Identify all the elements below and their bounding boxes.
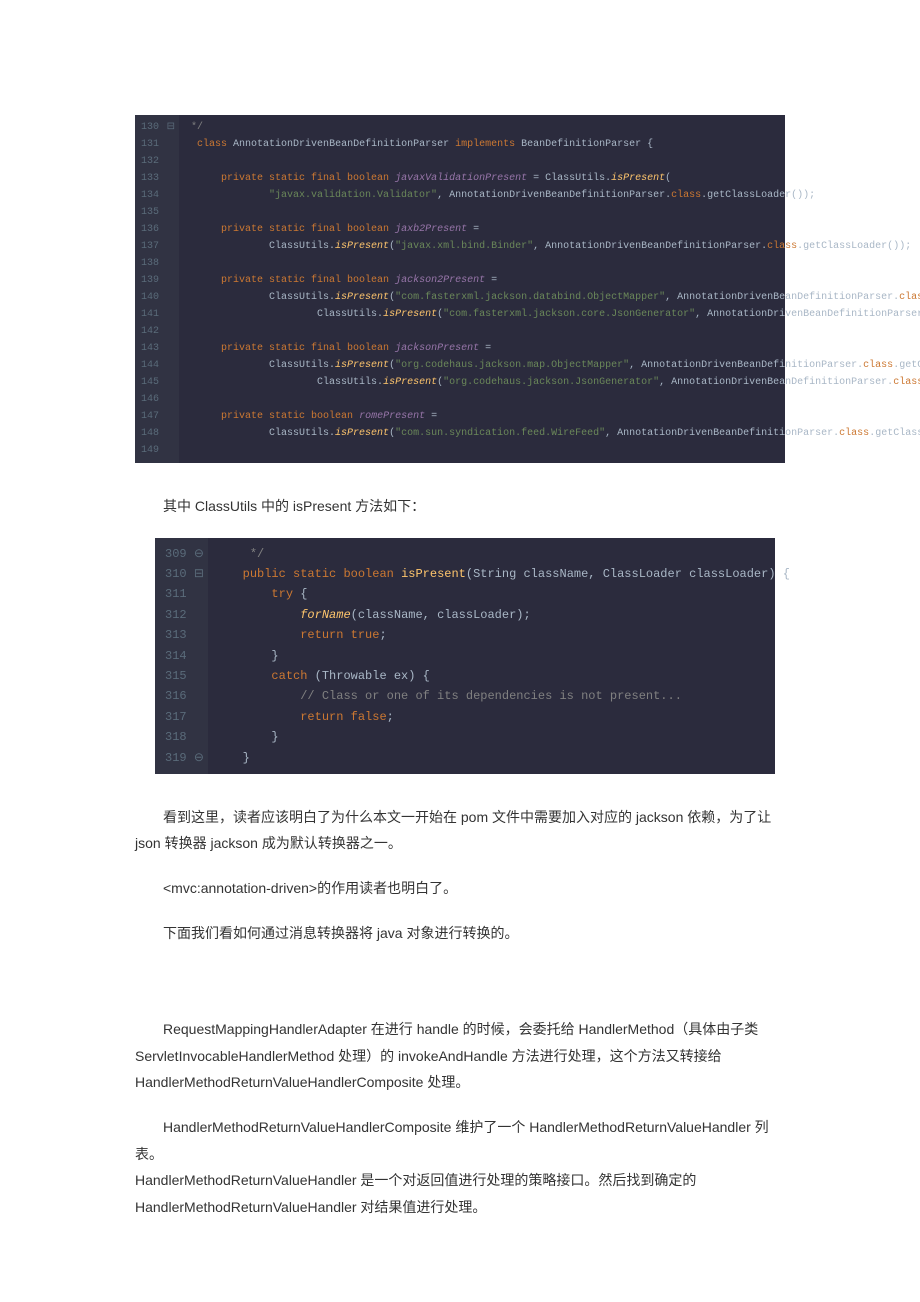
line-number: 145	[141, 374, 175, 391]
line-number: 130 ⊟	[141, 119, 175, 136]
line-number: 138	[141, 255, 175, 272]
code-line: }	[214, 727, 790, 747]
code-line: class AnnotationDrivenBeanDefinitionPars…	[185, 136, 920, 153]
code-line: ClassUtils.isPresent("com.fasterxml.jack…	[185, 306, 920, 323]
code-line: private static final boolean jackson2Pre…	[185, 272, 920, 289]
line-number: 142	[141, 323, 175, 340]
code-line: catch (Throwable ex) {	[214, 666, 790, 686]
line-number: 141	[141, 306, 175, 323]
code-block-1: 130 ⊟131 132 133 134 135 136 137 138 139…	[135, 115, 785, 463]
line-number: 140	[141, 289, 175, 306]
code-line: private static final boolean jacksonPres…	[185, 340, 920, 357]
code-line: ClassUtils.isPresent("javax.xml.bind.Bin…	[185, 238, 920, 255]
code-line: try {	[214, 584, 790, 604]
paragraph-4: 下面我们看如何通过消息转换器将 java 对象进行转换的。	[135, 920, 785, 947]
paragraph-2a: 看到这里，读者应该明白了为什么本文一开始在 pom 文件中需要加入对应的 jac…	[135, 804, 785, 831]
paragraph-2b: json 转换器 jackson 成为默认转换器之一。	[135, 830, 785, 857]
line-number: 146	[141, 391, 175, 408]
line-number: 312	[165, 605, 204, 625]
line-number: 136	[141, 221, 175, 238]
code-line: forName(className, classLoader);	[214, 605, 790, 625]
code-line: return true;	[214, 625, 790, 645]
paragraph-5a: RequestMappingHandlerAdapter 在进行 handle …	[135, 1016, 785, 1043]
code-line: private static boolean romePresent =	[185, 408, 920, 425]
code-gutter-1: 130 ⊟131 132 133 134 135 136 137 138 139…	[135, 115, 179, 463]
code-line: // Class or one of its dependencies is n…	[214, 686, 790, 706]
line-number: 309 ⊖	[165, 544, 204, 564]
line-number: 134	[141, 187, 175, 204]
code-body-1: */ class AnnotationDrivenBeanDefinitionP…	[179, 115, 920, 463]
line-number: 131	[141, 136, 175, 153]
code-line	[185, 204, 920, 221]
code-line: return false;	[214, 707, 790, 727]
code-line: ClassUtils.isPresent("com.sun.syndicatio…	[185, 425, 920, 442]
code-line: ClassUtils.isPresent("com.fasterxml.jack…	[185, 289, 920, 306]
paragraph-5b: ServletInvocableHandlerMethod 处理）的 invok…	[135, 1043, 785, 1070]
line-number: 149	[141, 442, 175, 459]
code-line: }	[214, 748, 790, 768]
paragraph-6c: HandlerMethodReturnValueHandler 对结果值进行处理…	[135, 1194, 785, 1221]
code-gutter-2: 309 ⊖310 ⊟311 312 313 314 315 316 317 31…	[155, 538, 208, 774]
paragraph-6a: HandlerMethodReturnValueHandlerComposite…	[135, 1114, 785, 1167]
line-number: 316	[165, 686, 204, 706]
line-number: 148	[141, 425, 175, 442]
code-line: */	[214, 544, 790, 564]
line-number: 314	[165, 646, 204, 666]
paragraph-5c: HandlerMethodReturnValueHandlerComposite…	[135, 1069, 785, 1096]
code-line: ClassUtils.isPresent("org.codehaus.jacks…	[185, 374, 920, 391]
code-line: public static boolean isPresent(String c…	[214, 564, 790, 584]
line-number: 147	[141, 408, 175, 425]
code-block-2: 309 ⊖310 ⊟311 312 313 314 315 316 317 31…	[155, 538, 775, 774]
line-number: 310 ⊟	[165, 564, 204, 584]
paragraph-1: 其中 ClassUtils 中的 isPresent 方法如下：	[135, 493, 785, 520]
line-number: 144	[141, 357, 175, 374]
code-line: private static final boolean javaxValida…	[185, 170, 920, 187]
line-number: 137	[141, 238, 175, 255]
code-line	[185, 391, 920, 408]
code-line: }	[214, 646, 790, 666]
line-number: 143	[141, 340, 175, 357]
line-number: 311	[165, 584, 204, 604]
line-number: 318	[165, 727, 204, 747]
line-number: 135	[141, 204, 175, 221]
code-line	[185, 323, 920, 340]
code-line: */	[185, 119, 920, 136]
code-line: "javax.validation.Validator", Annotation…	[185, 187, 920, 204]
line-number: 313	[165, 625, 204, 645]
line-number: 319 ⊖	[165, 748, 204, 768]
line-number: 139	[141, 272, 175, 289]
paragraph-6b: HandlerMethodReturnValueHandler 是一个对返回值进…	[135, 1167, 785, 1194]
code-body-2: */ public static boolean isPresent(Strin…	[208, 538, 796, 774]
paragraph-3: <mvc:annotation-driven>的作用读者也明白了。	[135, 875, 785, 902]
line-number: 315	[165, 666, 204, 686]
code-line	[185, 255, 920, 272]
code-line: private static final boolean jaxb2Presen…	[185, 221, 920, 238]
code-line: ClassUtils.isPresent("org.codehaus.jacks…	[185, 357, 920, 374]
code-line	[185, 153, 920, 170]
line-number: 317	[165, 707, 204, 727]
line-number: 132	[141, 153, 175, 170]
line-number: 133	[141, 170, 175, 187]
code-line	[185, 442, 920, 459]
